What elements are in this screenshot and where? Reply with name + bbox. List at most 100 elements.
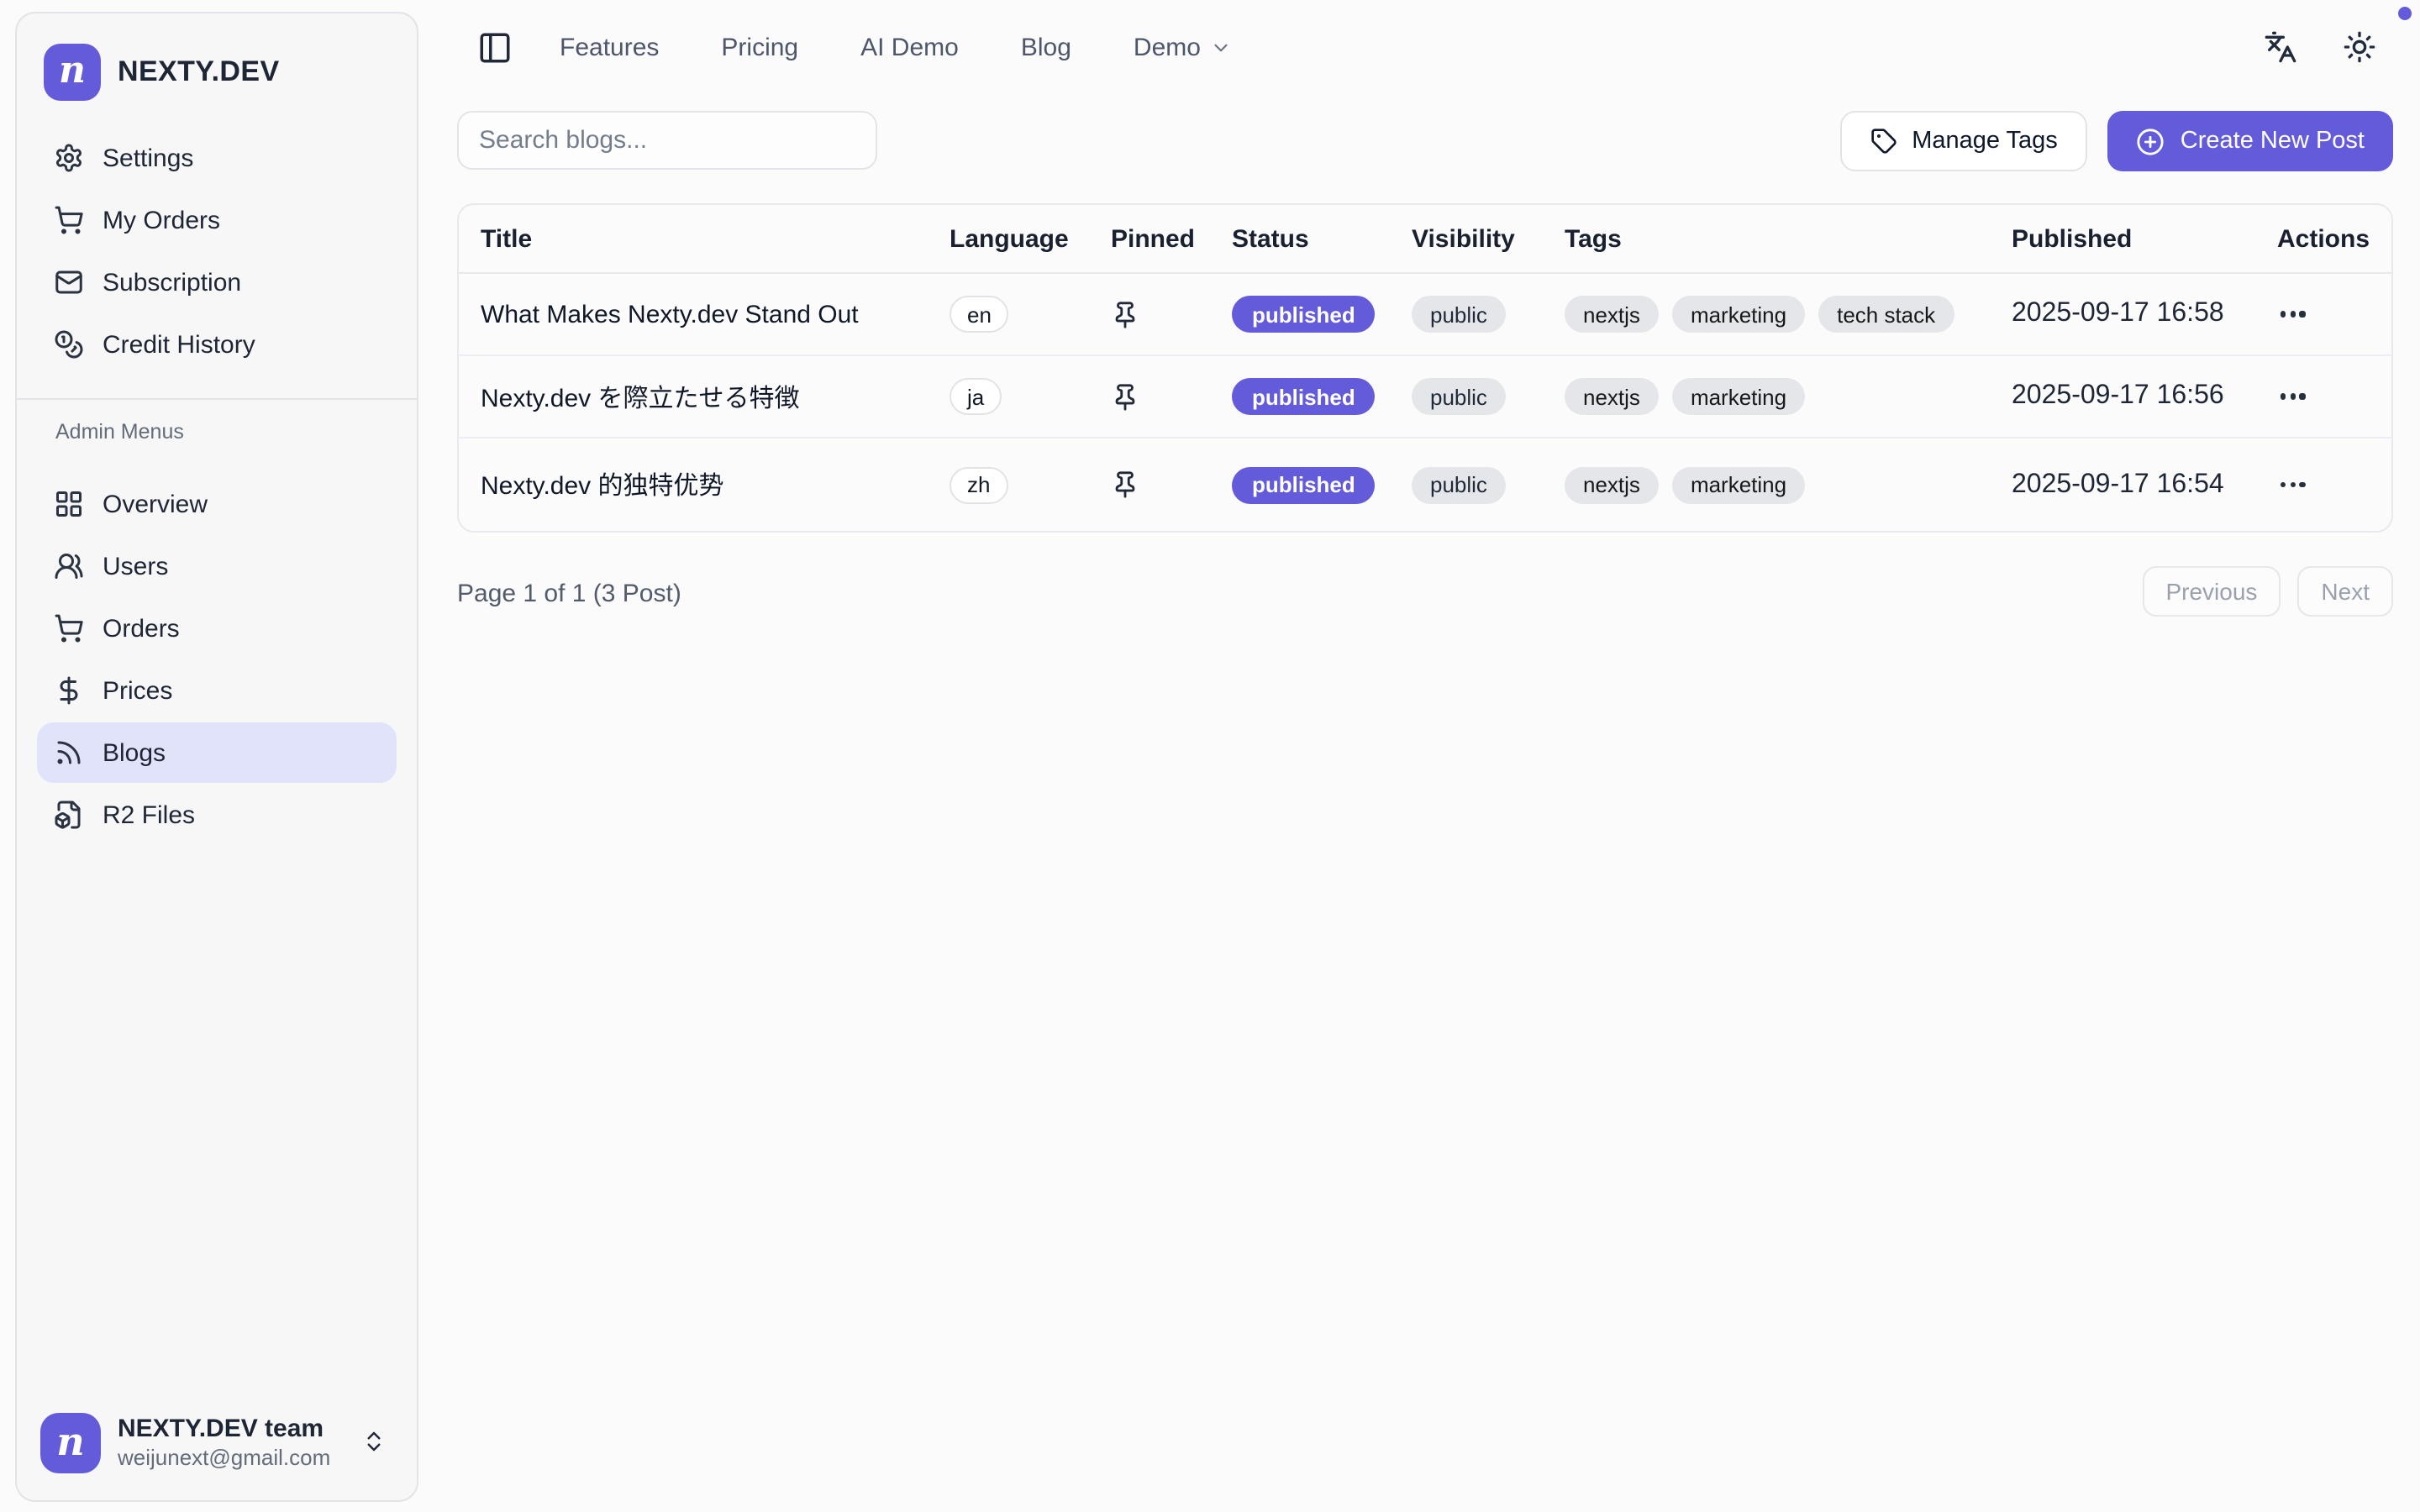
visibility-badge: public <box>1412 466 1506 503</box>
file-box-icon <box>54 800 84 830</box>
sidebar: n NEXTY.DEV Settings My Orders Subscript… <box>15 12 418 1502</box>
account-menu-trigger[interactable]: n NEXTY.DEV team weijunext@gmail.com <box>37 1406 397 1477</box>
nav-link-features[interactable]: Features <box>560 33 659 61</box>
status-badge: published <box>1232 466 1376 503</box>
brand-logo-letter: n <box>59 52 86 89</box>
pin-icon[interactable] <box>1111 382 1139 411</box>
next-page-button[interactable]: Next <box>2297 566 2393 617</box>
manage-tags-button[interactable]: Manage Tags <box>1839 111 2088 171</box>
nav-link-blog[interactable]: Blog <box>1021 33 1071 61</box>
tag-pill: nextjs <box>1565 466 1659 503</box>
tag-pill: marketing <box>1672 296 1805 333</box>
blog-title: Nexty.dev 的独特优势 <box>481 467 724 502</box>
sidebar-item-overview[interactable]: Overview <box>37 474 397 534</box>
topbar-actions <box>2264 30 2376 64</box>
table-row[interactable]: Nexty.dev 的独特优势 zh published public next… <box>459 438 2391 531</box>
table-row[interactable]: What Makes Nexty.dev Stand Out en publis… <box>459 274 2391 356</box>
nav-dropdown-demo[interactable]: Demo <box>1134 33 1233 61</box>
sidebar-item-r2-files[interactable]: R2 Files <box>37 785 397 845</box>
previous-page-button[interactable]: Previous <box>2142 566 2281 617</box>
col-header-title: Title <box>459 224 928 253</box>
tag-pill: marketing <box>1672 466 1805 503</box>
account-info: NEXTY.DEV team weijunext@gmail.com <box>118 1414 330 1473</box>
published-timestamp: 2025-09-17 16:54 <box>2012 470 2224 500</box>
sun-icon[interactable] <box>2343 30 2376 64</box>
account-name: NEXTY.DEV team <box>118 1414 330 1444</box>
sidebar-divider <box>17 398 417 400</box>
avatar: n <box>40 1413 101 1473</box>
manage-tags-label: Manage Tags <box>1912 128 2058 155</box>
gear-icon <box>54 143 84 173</box>
users-icon <box>54 551 84 581</box>
sidebar-item-settings[interactable]: Settings <box>37 128 397 188</box>
chevrons-up-down-icon <box>361 1429 387 1454</box>
nav-link-pricing[interactable]: Pricing <box>721 33 798 61</box>
sidebar-item-label: Orders <box>103 614 180 643</box>
tag-pill: marketing <box>1672 378 1805 415</box>
sidebar-item-users[interactable]: Users <box>37 536 397 596</box>
visibility-badge: public <box>1412 378 1506 415</box>
panel-left-icon[interactable] <box>477 30 513 66</box>
sidebar-item-label: Settings <box>103 144 193 172</box>
col-header-language: Language <box>928 224 1089 253</box>
table-row[interactable]: Nexty.dev を際立たせる特徴 ja published public n… <box>459 356 2391 438</box>
pin-icon[interactable] <box>1111 300 1139 328</box>
brand: n NEXTY.DEV <box>37 34 397 111</box>
sidebar-item-orders[interactable]: Orders <box>37 598 397 659</box>
col-header-status: Status <box>1210 224 1390 253</box>
sidebar-item-label: My Orders <box>103 206 220 234</box>
layout-grid-icon <box>54 489 84 519</box>
sidebar-item-credit-history[interactable]: Credit History <box>37 314 397 375</box>
col-header-actions: Actions <box>2255 224 2393 253</box>
table-body: What Makes Nexty.dev Stand Out en publis… <box>459 274 2391 531</box>
row-actions-button[interactable] <box>2277 302 2308 327</box>
dollar-icon <box>54 675 84 706</box>
pin-icon[interactable] <box>1111 470 1139 499</box>
row-actions-button[interactable] <box>2277 384 2308 409</box>
sidebar-item-label: Overview <box>103 490 208 518</box>
user-menu: Settings My Orders Subscription Credit H… <box>37 128 397 375</box>
sidebar-item-subscription[interactable]: Subscription <box>37 252 397 312</box>
toolbar-buttons: Manage Tags Create New Post <box>1839 111 2393 171</box>
pagination-controls: Previous Next <box>2142 566 2393 617</box>
create-post-label: Create New Post <box>2181 128 2365 155</box>
row-actions-button[interactable] <box>2277 472 2308 497</box>
create-new-post-button[interactable]: Create New Post <box>2108 111 2393 171</box>
sidebar-item-blogs[interactable]: Blogs <box>37 722 397 783</box>
shopping-cart-icon <box>54 613 84 643</box>
admin-menu: Overview Users Orders Prices Blogs R2 Fi… <box>37 474 397 845</box>
main-content: Features Pricing AI Demo Blog Demo Manag… <box>454 0 2420 1512</box>
app-root: n NEXTY.DEV Settings My Orders Subscript… <box>0 0 2420 1512</box>
language-badge: en <box>950 296 1009 333</box>
sidebar-item-label: Blogs <box>103 738 166 767</box>
sidebar-item-label: R2 Files <box>103 801 195 829</box>
published-timestamp: 2025-09-17 16:58 <box>2012 299 2224 329</box>
published-timestamp: 2025-09-17 16:56 <box>2012 381 2224 412</box>
search-input[interactable] <box>457 111 877 170</box>
col-header-tags: Tags <box>1543 224 1990 253</box>
topnav-links: Features Pricing AI Demo Blog Demo <box>560 0 1233 94</box>
status-badge: published <box>1232 296 1376 333</box>
top-navigation: Features Pricing AI Demo Blog Demo <box>454 0 2420 94</box>
sidebar-item-prices[interactable]: Prices <box>37 660 397 721</box>
status-badge: published <box>1232 378 1376 415</box>
tags-cell: nextjsmarketingtech stack <box>1543 296 1990 333</box>
sidebar-item-label: Users <box>103 552 168 580</box>
visibility-badge: public <box>1412 296 1506 333</box>
table-header-row: Title Language Pinned Status Visibility … <box>459 205 2391 274</box>
blog-toolbar: Manage Tags Create New Post <box>454 111 2420 171</box>
blog-title: What Makes Nexty.dev Stand Out <box>481 300 859 328</box>
shopping-cart-icon <box>54 205 84 235</box>
blog-title: Nexty.dev を際立たせる特徴 <box>481 379 800 414</box>
language-icon[interactable] <box>2264 30 2297 64</box>
sidebar-item-my-orders[interactable]: My Orders <box>37 190 397 250</box>
account-email: weijunext@gmail.com <box>118 1444 330 1473</box>
tags-cell: nextjsmarketing <box>1543 378 1990 415</box>
language-badge: zh <box>950 466 1007 503</box>
sidebar-item-label: Credit History <box>103 330 255 359</box>
nav-dropdown-label: Demo <box>1134 33 1201 61</box>
col-header-pinned: Pinned <box>1089 224 1210 253</box>
col-header-visibility: Visibility <box>1390 224 1543 253</box>
nav-link-ai-demo[interactable]: AI Demo <box>860 33 959 61</box>
tags-cell: nextjs marketing <box>1543 466 1990 503</box>
